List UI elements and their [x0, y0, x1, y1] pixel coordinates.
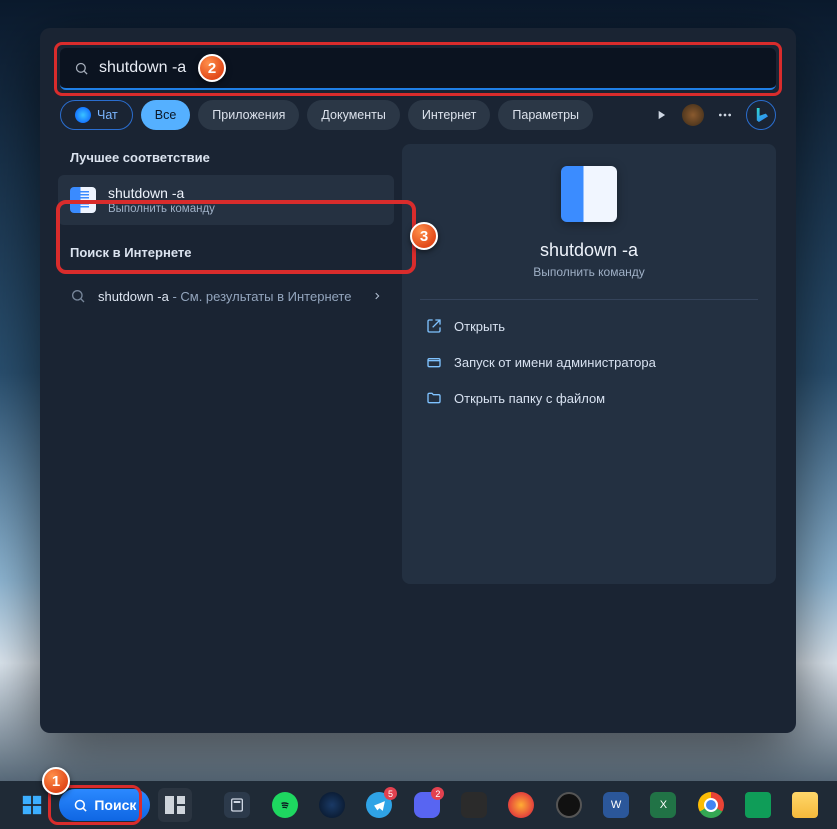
action-admin-label: Запуск от имени администратора — [454, 355, 656, 370]
result-title: shutdown -a — [108, 185, 215, 201]
task-view-button[interactable] — [158, 788, 191, 822]
more-icon[interactable] — [712, 102, 738, 128]
action-open-label: Открыть — [454, 319, 505, 334]
bing-chat-button[interactable] — [746, 100, 776, 130]
bing-logo-icon — [754, 108, 768, 122]
taskbar-app-discord[interactable]: 2 — [407, 785, 446, 825]
step-badge-3: 3 — [410, 222, 438, 250]
filter-bar: Чат Все Приложения Документы Интернет Па… — [40, 100, 796, 144]
filter-settings-label: Параметры — [512, 108, 579, 122]
taskbar-app-word[interactable]: W — [596, 785, 635, 825]
taskbar-app-explorer[interactable] — [786, 785, 825, 825]
action-open-folder[interactable]: Открыть папку с файлом — [420, 380, 758, 416]
taskbar-search-label: Поиск — [94, 797, 136, 813]
taskbar-app-chrome[interactable] — [691, 785, 730, 825]
search-icon — [74, 61, 89, 76]
search-bar[interactable] — [60, 48, 776, 90]
back-icon[interactable] — [648, 102, 674, 128]
step-badge-2: 2 — [198, 54, 226, 82]
taskbar-app-sheets[interactable] — [738, 785, 777, 825]
web-result[interactable]: shutdown -a - См. результаты в Интернете — [58, 276, 394, 316]
filter-settings[interactable]: Параметры — [498, 100, 593, 130]
action-run-admin[interactable]: Запуск от имени администратора — [420, 344, 758, 380]
filter-chat-label: Чат — [97, 108, 118, 122]
filter-apps[interactable]: Приложения — [198, 100, 299, 130]
taskbar-app-calculator[interactable] — [218, 785, 257, 825]
preview-subtitle: Выполнить команду — [420, 265, 758, 279]
filter-chat[interactable]: Чат — [60, 100, 133, 130]
search-panel: Чат Все Приложения Документы Интернет Па… — [40, 28, 796, 733]
preview-pane: shutdown -a Выполнить команду Открыть За… — [402, 144, 776, 584]
open-icon — [426, 318, 442, 334]
result-subtitle: Выполнить команду — [108, 203, 215, 215]
preview-app-icon — [561, 166, 617, 222]
best-match-heading: Лучшее соответствие — [58, 144, 394, 175]
badge-count: 2 — [431, 787, 444, 800]
taskbar-search-button[interactable]: Поиск — [59, 789, 150, 821]
web-result-query: shutdown -a — [98, 289, 169, 304]
chevron-right-icon — [372, 289, 382, 303]
filter-all-label: Все — [155, 108, 177, 122]
bing-icon — [75, 107, 91, 123]
taskbar-app-excel[interactable]: X — [644, 785, 683, 825]
filter-all[interactable]: Все — [141, 100, 191, 130]
filter-apps-label: Приложения — [212, 108, 285, 122]
taskbar-app-epic[interactable] — [454, 785, 493, 825]
shield-icon — [426, 354, 442, 370]
folder-icon — [426, 390, 442, 406]
best-match-result[interactable]: shutdown -a Выполнить команду — [58, 175, 394, 225]
run-command-icon — [70, 187, 96, 213]
taskbar-app-steam[interactable] — [312, 785, 351, 825]
filter-web[interactable]: Интернет — [408, 100, 491, 130]
action-folder-label: Открыть папку с файлом — [454, 391, 605, 406]
divider — [420, 299, 758, 300]
search-icon — [70, 288, 86, 304]
taskbar-app-spotify[interactable] — [265, 785, 304, 825]
badge-count: 5 — [384, 787, 397, 800]
filter-docs-label: Документы — [321, 108, 385, 122]
taskbar-app-telegram[interactable]: 5 — [360, 785, 399, 825]
taskbar-app-obs[interactable] — [549, 785, 588, 825]
user-avatar[interactable] — [682, 104, 704, 126]
filter-docs[interactable]: Документы — [307, 100, 399, 130]
search-web-heading: Поиск в Интернете — [58, 239, 394, 270]
taskbar: Поиск 5 2 W X — [0, 781, 837, 829]
web-result-text: shutdown -a - См. результаты в Интернете — [98, 289, 351, 304]
taskbar-app-firefox[interactable] — [502, 785, 541, 825]
results-column: Лучшее соответствие shutdown -a Выполнит… — [50, 144, 402, 584]
filter-web-label: Интернет — [422, 108, 477, 122]
step-badge-1: 1 — [42, 767, 70, 795]
web-result-suffix: - См. результаты в Интернете — [169, 289, 352, 304]
action-open[interactable]: Открыть — [420, 308, 758, 344]
preview-title: shutdown -a — [420, 240, 758, 261]
